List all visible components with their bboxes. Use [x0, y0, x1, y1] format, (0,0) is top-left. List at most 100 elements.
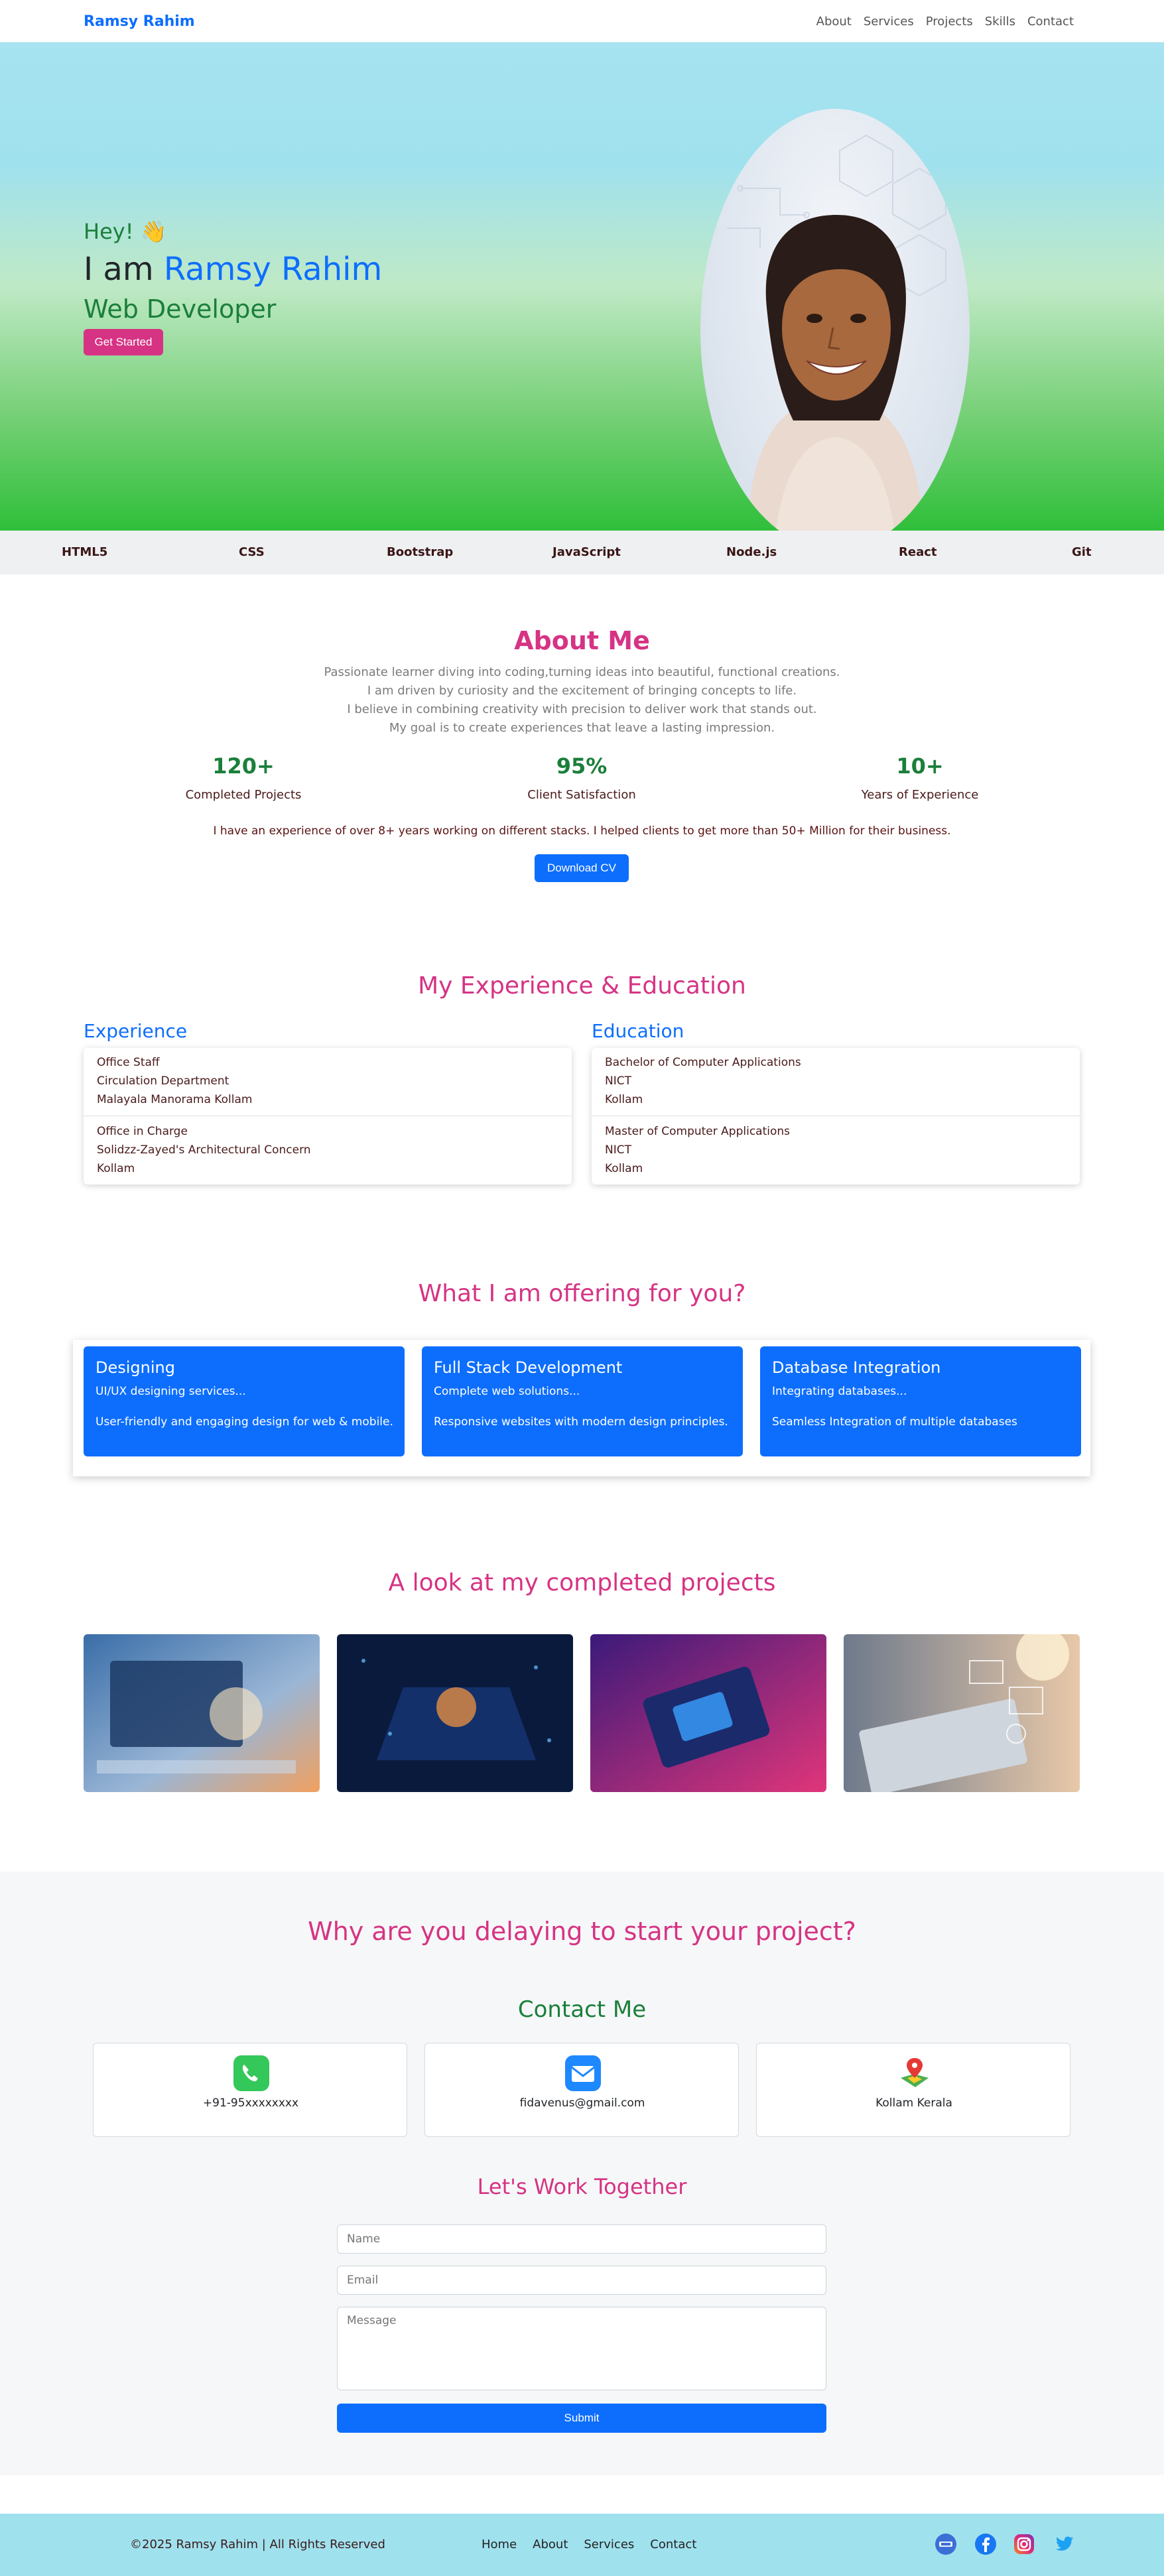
instagram-icon[interactable]: [1012, 2532, 1036, 2556]
service-card-designing[interactable]: Designing UI/UX designing services... Us…: [84, 1346, 405, 1456]
nav-link-skills[interactable]: Skills: [985, 15, 1015, 29]
message-input[interactable]: [337, 2307, 826, 2390]
nav-links: About Services Projects Skills Contact: [816, 15, 1074, 29]
service-description: Responsive websites with modern design p…: [434, 1415, 728, 1429]
hero-role: Web Developer: [84, 294, 277, 324]
job-title: Office Staff: [97, 1056, 160, 1069]
hero-name: Ramsy Rahim: [163, 251, 383, 288]
stat-projects-label: Completed Projects: [185, 788, 302, 802]
nav-link-services[interactable]: Services: [864, 15, 914, 29]
degree: Bachelor of Computer Applications: [605, 1056, 801, 1069]
institution: NICT: [605, 1143, 631, 1157]
about-line: I am driven by curiosity and the excitem…: [367, 684, 797, 698]
job-department: Circulation Department: [97, 1074, 229, 1088]
map-pin-icon: [897, 2055, 933, 2091]
project-image[interactable]: [337, 1634, 573, 1792]
hero-section: Hey! 👋 I am Ramsy Rahim Web Developer Ge…: [0, 42, 1164, 550]
offering-title: What I am offering for you?: [418, 1280, 746, 1307]
service-title: Designing: [96, 1358, 175, 1377]
footer-link-about[interactable]: About: [533, 2538, 568, 2551]
skill-css: CSS: [239, 545, 265, 559]
education-item: Bachelor of Computer Applications NICT K…: [605, 1053, 801, 1109]
skill-javascript: JavaScript: [552, 545, 621, 559]
download-cv-button[interactable]: Download CV: [535, 854, 629, 882]
phone-icon: [233, 2055, 269, 2091]
footer-link-home[interactable]: Home: [482, 2538, 517, 2551]
hero-intro: I am Ramsy Rahim: [84, 251, 382, 288]
education-heading: Education: [592, 1020, 684, 1042]
mail-icon: [565, 2055, 601, 2091]
service-card-fullstack[interactable]: Full Stack Development Complete web solu…: [422, 1346, 743, 1456]
stat-years-value: 10+: [896, 753, 944, 779]
experience-item: Office in Charge Solidzz-Zayed's Archite…: [97, 1122, 311, 1178]
get-started-button[interactable]: Get Started: [84, 329, 163, 355]
skill-react: React: [899, 545, 937, 559]
skill-nodejs: Node.js: [726, 545, 777, 559]
experience-note: I have an experience of over 8+ years wo…: [213, 824, 951, 838]
projects-title: A look at my completed projects: [388, 1569, 776, 1596]
stat-satisfaction-label: Client Satisfaction: [527, 788, 636, 802]
service-title: Full Stack Development: [434, 1358, 623, 1377]
about-text: Passionate learner diving into coding,tu…: [0, 663, 1164, 738]
footer: ©2025 Ramsy Rahim | All Rights Reserved …: [0, 2514, 1164, 2576]
skill-bootstrap: Bootstrap: [387, 545, 454, 559]
hero-greeting: Hey! 👋: [84, 219, 167, 244]
skill-html5: HTML5: [62, 545, 108, 559]
service-description: User-friendly and engaging design for we…: [96, 1415, 393, 1429]
stat-projects-value: 120+: [212, 753, 275, 779]
education-item: Master of Computer Applications NICT Kol…: [605, 1122, 790, 1178]
email-input[interactable]: [337, 2266, 826, 2295]
about-line: My goal is to create experiences that le…: [389, 721, 775, 735]
twitter-icon[interactable]: [1052, 2532, 1076, 2556]
degree: Master of Computer Applications: [605, 1125, 791, 1138]
contact-card-phone[interactable]: +91-95xxxxxxxx: [93, 2043, 407, 2137]
service-description: Seamless Integration of multiple databas…: [772, 1415, 1017, 1429]
edu-location: Kollam: [605, 1093, 643, 1106]
footer-links: Home About Services Contact: [482, 2538, 696, 2551]
experience-item: Office Staff Circulation Department Mala…: [97, 1053, 252, 1109]
institution: NICT: [605, 1074, 631, 1088]
brand-logo[interactable]: Ramsy Rahim: [84, 13, 195, 30]
skill-git: Git: [1072, 545, 1092, 559]
service-subtitle: Complete web solutions...: [434, 1385, 580, 1398]
job-location: Kollam: [97, 1162, 135, 1175]
submit-button[interactable]: Submit: [337, 2404, 826, 2433]
nav-link-about[interactable]: About: [816, 15, 852, 29]
footer-link-services[interactable]: Services: [584, 2538, 634, 2551]
education-card: Bachelor of Computer Applications NICT K…: [592, 1048, 1080, 1185]
job-title: Office in Charge: [97, 1125, 188, 1138]
hero-intro-prefix: I am: [84, 251, 154, 288]
service-subtitle: Integrating databases...: [772, 1385, 907, 1398]
skills-strip: HTML5 CSS Bootstrap JavaScript Node.js R…: [0, 531, 1164, 574]
about-title: About Me: [514, 626, 650, 655]
name-input[interactable]: [337, 2224, 826, 2254]
project-image[interactable]: [844, 1634, 1080, 1792]
stat-years-label: Years of Experience: [861, 788, 979, 802]
navbar: Ramsy Rahim About Services Projects Skil…: [0, 0, 1164, 42]
job-company: Malayala Manorama Kollam: [97, 1093, 253, 1106]
linkedin-icon[interactable]: [934, 2532, 958, 2556]
footer-link-contact[interactable]: Contact: [650, 2538, 696, 2551]
about-line: Passionate learner diving into coding,tu…: [324, 665, 840, 679]
service-title: Database Integration: [772, 1358, 941, 1377]
project-image[interactable]: [590, 1634, 826, 1792]
nav-link-contact[interactable]: Contact: [1027, 15, 1074, 29]
nav-link-projects[interactable]: Projects: [926, 15, 973, 29]
contact-card-email[interactable]: fidavenus@gmail.com: [424, 2043, 739, 2137]
job-company: Solidzz-Zayed's Architectural Concern: [97, 1143, 311, 1157]
facebook-icon[interactable]: [974, 2532, 998, 2556]
work-together-title: Let's Work Together: [477, 2174, 687, 2199]
contact-title: Contact Me: [517, 1996, 647, 2023]
about-line: I believe in combining creativity with p…: [347, 702, 817, 716]
contact-location: Kollam Kerala: [875, 2096, 952, 2110]
contact-card-location[interactable]: Kollam Kerala: [756, 2043, 1070, 2137]
contact-phone: +91-95xxxxxxxx: [202, 2096, 299, 2110]
exp-edu-title: My Experience & Education: [418, 972, 746, 999]
edu-location: Kollam: [605, 1162, 643, 1175]
copyright: ©2025 Ramsy Rahim | All Rights Reserved: [130, 2538, 385, 2551]
service-card-database[interactable]: Database Integration Integrating databas…: [760, 1346, 1081, 1456]
contact-email: fidavenus@gmail.com: [519, 2096, 645, 2110]
profile-photo: [700, 109, 970, 550]
project-image[interactable]: [84, 1634, 320, 1792]
delay-title: Why are you delaying to start your proje…: [308, 1917, 856, 1946]
